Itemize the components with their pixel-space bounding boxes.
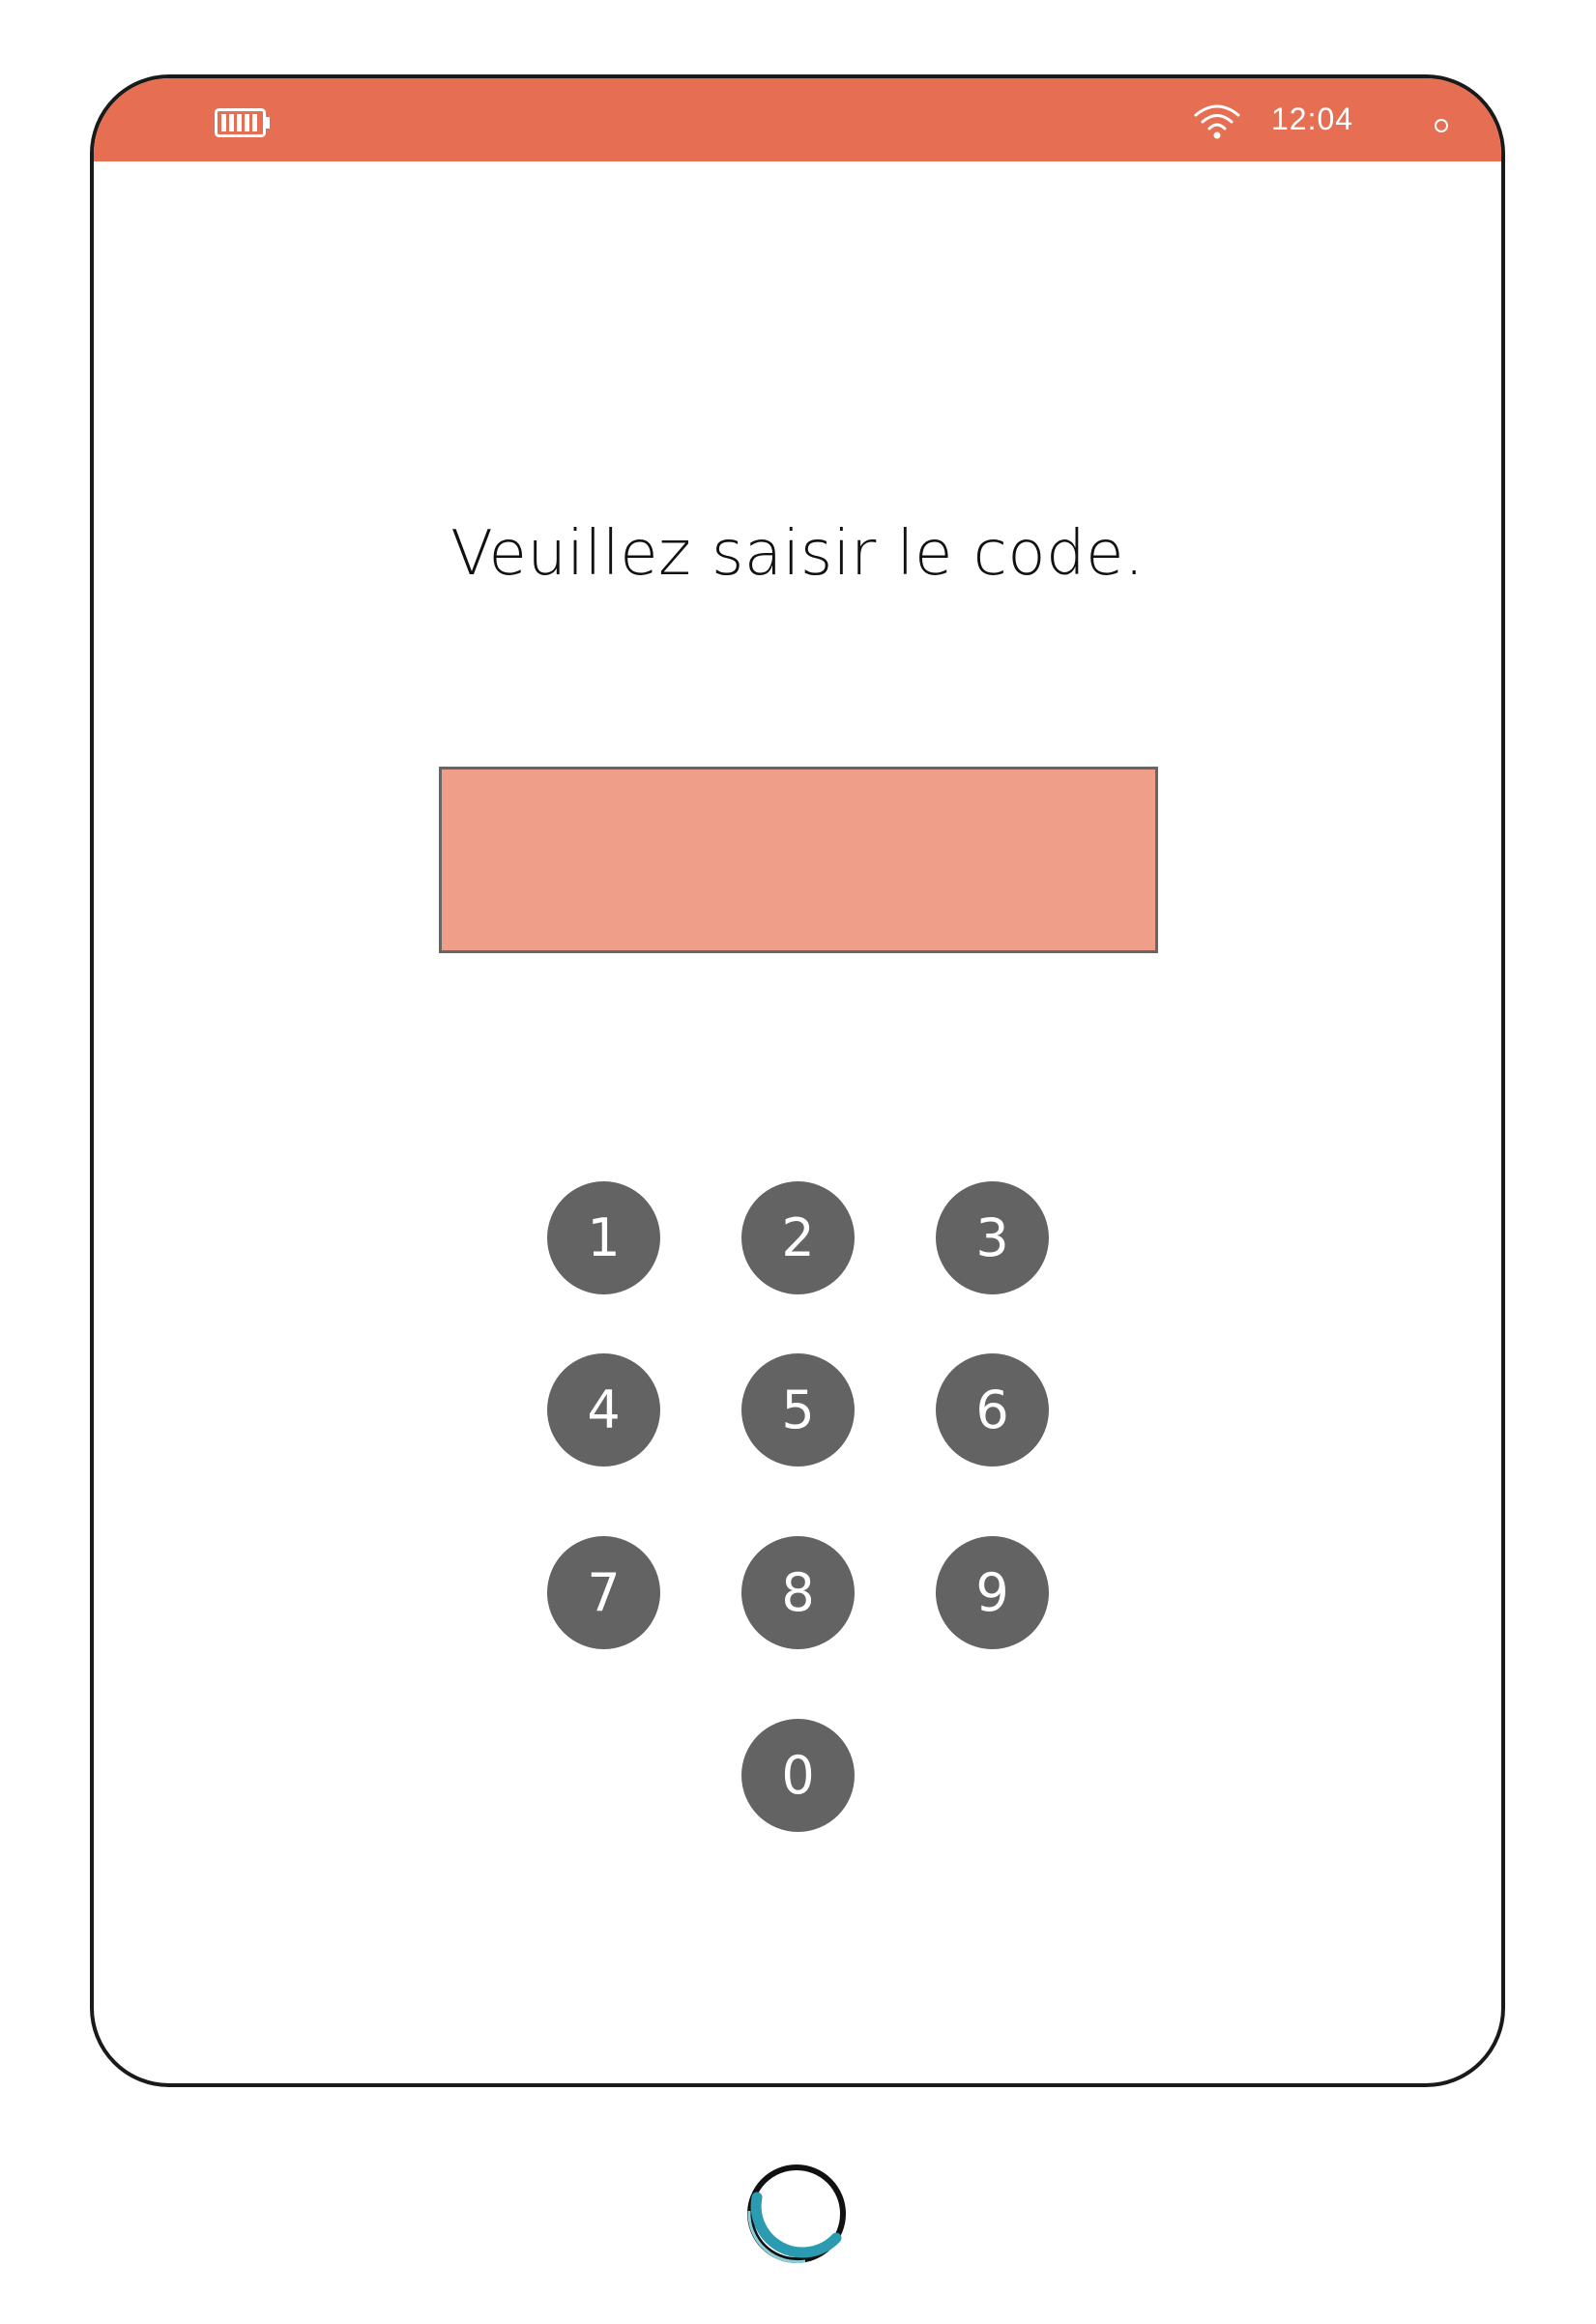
keypad-key-0[interactable]: 0	[741, 1719, 855, 1832]
keypad-key-8[interactable]: 8	[741, 1536, 855, 1649]
keypad-key-4[interactable]: 4	[547, 1353, 660, 1467]
keypad-key-6[interactable]: 6	[936, 1353, 1049, 1467]
front-camera-icon	[1435, 119, 1448, 132]
code-input-field[interactable]	[439, 767, 1158, 953]
status-bar: 12:04	[94, 78, 1501, 161]
keypad-key-9[interactable]: 9	[936, 1536, 1049, 1649]
keypad-key-3[interactable]: 3	[936, 1181, 1049, 1294]
keypad-key-7[interactable]: 7	[547, 1536, 660, 1649]
keypad-key-2[interactable]: 2	[741, 1181, 855, 1294]
wifi-icon	[1194, 104, 1240, 139]
battery-full-icon	[215, 108, 270, 137]
keypad-key-5[interactable]: 5	[741, 1353, 855, 1467]
code-prompt: Veuillez saisir le code.	[450, 518, 1145, 590]
tablet-frame: 12:04 Veuillez saisir le code. 1 2 3 4 5…	[90, 74, 1505, 2087]
home-button-ring-icon[interactable]	[741, 2159, 852, 2269]
keypad-key-1[interactable]: 1	[547, 1181, 660, 1294]
status-time: 12:04	[1271, 102, 1354, 136]
